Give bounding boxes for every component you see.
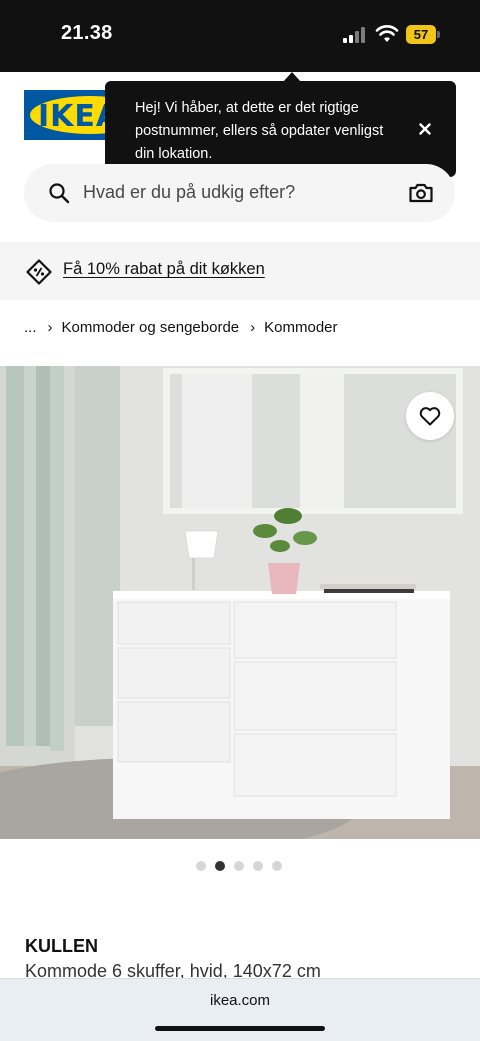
carousel-dots [196, 861, 282, 871]
price-tag-icon [26, 259, 52, 285]
product-image[interactable] [0, 366, 480, 839]
promo-link[interactable]: Få 10% rabat på dit køkken [63, 260, 265, 279]
location-tooltip: Hej! Vi håber, at dette er det rigtige p… [105, 72, 456, 177]
carousel-dot[interactable] [253, 861, 263, 871]
breadcrumb-item-kommoder[interactable]: Kommoder [264, 319, 337, 336]
promo-banner[interactable]: Få 10% rabat på dit køkken [0, 242, 480, 300]
breadcrumb: ... › Kommoder og sengeborde › Kommoder [24, 317, 338, 337]
chevron-right-icon: › [47, 318, 53, 336]
tooltip-arrow [283, 72, 301, 82]
product-photo [0, 366, 480, 839]
browser-address-bar[interactable]: ikea.com [0, 978, 480, 1041]
clock: 21.38 [61, 22, 113, 44]
camera-search-icon[interactable] [408, 181, 434, 205]
search-placeholder: Hvad er du på udkig efter? [83, 182, 296, 202]
tooltip-message: Hej! Vi håber, at dette er det rigtige p… [135, 100, 384, 162]
home-indicator[interactable] [155, 1026, 325, 1031]
url-text[interactable]: ikea.com [0, 992, 480, 1009]
search-icon [49, 183, 70, 204]
carousel-dot[interactable] [272, 861, 282, 871]
carousel-dot[interactable] [196, 861, 206, 871]
carousel-dot-active[interactable] [215, 861, 225, 871]
cellular-signal-icon [343, 27, 369, 43]
search-bar[interactable]: Hvad er du på udkig efter? [24, 164, 455, 222]
heart-icon [419, 407, 441, 426]
status-bar: 21.38 57 [0, 0, 480, 72]
battery-level: 57 [406, 25, 436, 44]
carousel-dot[interactable] [234, 861, 244, 871]
page: 21.38 57 IKEA Hej! Vi håber, at dette er… [0, 0, 480, 1041]
breadcrumb-item-kommoder-og-sengeborde[interactable]: Kommoder og sengeborde [62, 319, 240, 336]
favorite-button[interactable] [406, 392, 454, 440]
breadcrumb-ellipsis[interactable]: ... [24, 319, 37, 336]
close-icon[interactable] [413, 117, 437, 141]
product-name: KULLEN [25, 936, 98, 956]
chevron-right-icon: › [250, 318, 256, 336]
wifi-icon [375, 25, 399, 42]
battery-icon: 57 [406, 25, 440, 44]
